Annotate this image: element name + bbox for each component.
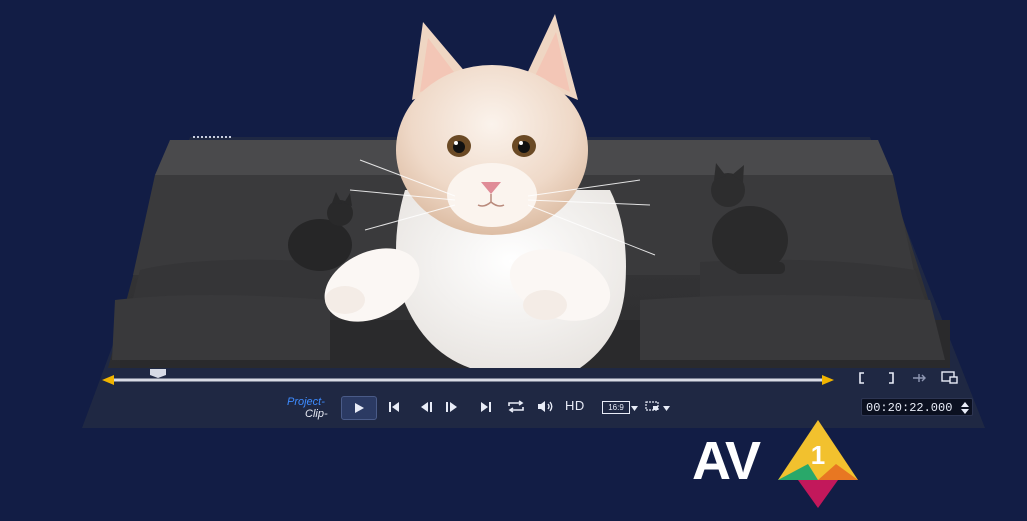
- skip-to-end-icon: [481, 402, 491, 412]
- mark-in-button[interactable]: [855, 371, 869, 385]
- timecode-field[interactable]: 00:20:22.000: [861, 398, 973, 416]
- crop-button[interactable]: [644, 398, 662, 414]
- chevron-down-icon: [662, 405, 670, 411]
- next-frame-icon: [446, 402, 457, 412]
- video-player-frame: [82, 14, 985, 428]
- previous-frame-icon: [421, 402, 432, 412]
- repeat-icon: [508, 399, 524, 413]
- chevron-down-icon: [630, 405, 638, 411]
- enlarge-preview-button[interactable]: [940, 370, 960, 386]
- crop-dropdown[interactable]: [662, 404, 670, 412]
- previous-frame-button[interactable]: [418, 399, 434, 415]
- play-icon: [355, 403, 364, 413]
- volume-button[interactable]: [536, 398, 556, 414]
- crop-icon: [645, 400, 659, 411]
- av1-logo-text: AV: [692, 431, 761, 491]
- volume-icon: [538, 400, 553, 412]
- split-clip-icon: [913, 374, 926, 382]
- av1-logo-triangle: 1: [778, 420, 858, 508]
- mark-out-button[interactable]: [884, 371, 898, 385]
- play-button[interactable]: [341, 396, 377, 420]
- selection-marker: [193, 136, 231, 138]
- skip-to-start-icon: [389, 402, 399, 412]
- mark-in-icon: [859, 372, 864, 384]
- repeat-button[interactable]: [506, 398, 526, 414]
- skip-to-start-button[interactable]: [386, 399, 402, 415]
- main-cat: [324, 14, 656, 368]
- mark-out-icon: [889, 372, 894, 384]
- project-mode-tab[interactable]: Project-: [287, 396, 325, 408]
- clip-mode-tab[interactable]: Clip-: [305, 408, 328, 420]
- aspect-ratio-selector[interactable]: 16:9: [602, 401, 630, 414]
- next-frame-button[interactable]: [444, 399, 460, 415]
- app-scene: Project- Clip- HD 16:9 00:20:22.000 AV 1: [0, 0, 1027, 521]
- av1-logo-superscript: 1: [811, 440, 825, 470]
- skip-to-end-button[interactable]: [478, 399, 494, 415]
- split-clip-button[interactable]: [910, 371, 928, 385]
- hd-toggle[interactable]: HD: [565, 398, 585, 413]
- enlarge-preview-icon: [941, 371, 958, 384]
- av1-logo: AV 1: [692, 420, 862, 510]
- timecode-stepper-icon[interactable]: [960, 401, 970, 415]
- timecode-value: 00:20:22.000: [866, 401, 953, 415]
- aspect-ratio-dropdown[interactable]: [630, 404, 638, 412]
